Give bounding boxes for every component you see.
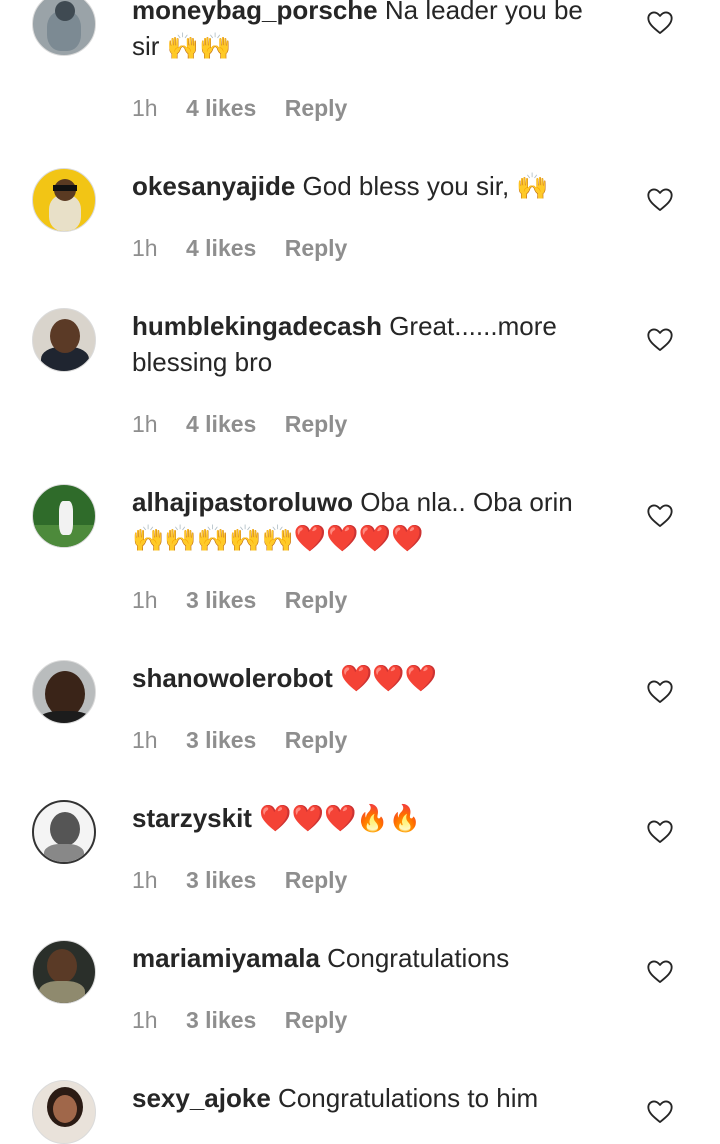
comment-text-block: shanowolerobot ❤️❤️❤️ (132, 660, 612, 696)
comment-text-block: humblekingadecash Great......more blessi… (132, 308, 612, 380)
comment-username[interactable]: okesanyajide (132, 171, 295, 201)
heart-outline-icon[interactable] (646, 502, 674, 528)
comment-meta: 1h 4 likes Reply (132, 95, 369, 122)
comment-username[interactable]: moneybag_porsche (132, 0, 378, 25)
comment-meta: 1h 3 likes Reply (132, 1007, 369, 1034)
comment-time: 1h (132, 727, 158, 753)
comment-meta: 1h 3 likes Reply (132, 587, 369, 614)
reply-button[interactable]: Reply (285, 727, 348, 753)
comment-likes[interactable]: 3 likes (186, 587, 256, 613)
comment-time: 1h (132, 235, 158, 261)
comment-username[interactable]: alhajipastoroluwo (132, 487, 353, 517)
heart-outline-icon[interactable] (646, 958, 674, 984)
comment-likes[interactable]: 3 likes (186, 1007, 256, 1033)
comment-text: Congratulations (327, 943, 510, 973)
comment-text-block: alhajipastoroluwo Oba nla.. Oba orin 🙌🙌🙌… (132, 484, 612, 556)
comment-text: God bless you sir, 🙌 (302, 171, 549, 201)
avatar[interactable] (32, 168, 96, 232)
heart-outline-icon[interactable] (646, 186, 674, 212)
comment-text-block: sexy_ajoke Congratulations to him (132, 1080, 612, 1116)
comment-likes[interactable]: 3 likes (186, 727, 256, 753)
comment-likes[interactable]: 4 likes (186, 411, 256, 437)
comment-text: ❤️❤️❤️🔥🔥 (259, 803, 422, 833)
comment-time: 1h (132, 95, 158, 121)
comment-meta: 1h 3 likes Reply (132, 727, 369, 754)
avatar[interactable] (32, 660, 96, 724)
comment-username[interactable]: starzyskit (132, 803, 252, 833)
reply-button[interactable]: Reply (285, 235, 348, 261)
comment-text: ❤️❤️❤️ (340, 663, 438, 693)
heart-outline-icon[interactable] (646, 1098, 674, 1124)
comment-text-block: okesanyajide God bless you sir, 🙌 (132, 168, 612, 204)
avatar[interactable] (32, 940, 96, 1004)
reply-button[interactable]: Reply (285, 1007, 348, 1033)
heart-outline-icon[interactable] (646, 9, 674, 35)
comment-time: 1h (132, 587, 158, 613)
avatar[interactable] (32, 800, 96, 864)
avatar[interactable] (32, 1080, 96, 1144)
heart-outline-icon[interactable] (646, 678, 674, 704)
reply-button[interactable]: Reply (285, 867, 348, 893)
comment-likes[interactable]: 3 likes (186, 867, 256, 893)
avatar[interactable] (32, 0, 96, 56)
comment-username[interactable]: mariamiyamala (132, 943, 320, 973)
heart-outline-icon[interactable] (646, 326, 674, 352)
comment-likes[interactable]: 4 likes (186, 235, 256, 261)
comment-username[interactable]: shanowolerobot (132, 663, 333, 693)
comment-text-block: starzyskit ❤️❤️❤️🔥🔥 (132, 800, 612, 836)
avatar[interactable] (32, 484, 96, 548)
comment-text-block: moneybag_porsche Na leader you be sir 🙌🙌 (132, 0, 612, 64)
comment-username[interactable]: sexy_ajoke (132, 1083, 271, 1113)
comment-username[interactable]: humblekingadecash (132, 311, 382, 341)
comment-meta: 1h 4 likes Reply (132, 411, 369, 438)
heart-outline-icon[interactable] (646, 818, 674, 844)
reply-button[interactable]: Reply (285, 587, 348, 613)
comment-time: 1h (132, 867, 158, 893)
avatar[interactable] (32, 308, 96, 372)
comment-text: Congratulations to him (278, 1083, 539, 1113)
comment-meta: 1h 3 likes Reply (132, 867, 369, 894)
comment-time: 1h (132, 411, 158, 437)
comment-text-block: mariamiyamala Congratulations (132, 940, 612, 976)
comment-meta: 1h 4 likes Reply (132, 235, 369, 262)
comment-likes[interactable]: 4 likes (186, 95, 256, 121)
reply-button[interactable]: Reply (285, 411, 348, 437)
comment-time: 1h (132, 1007, 158, 1033)
reply-button[interactable]: Reply (285, 95, 348, 121)
